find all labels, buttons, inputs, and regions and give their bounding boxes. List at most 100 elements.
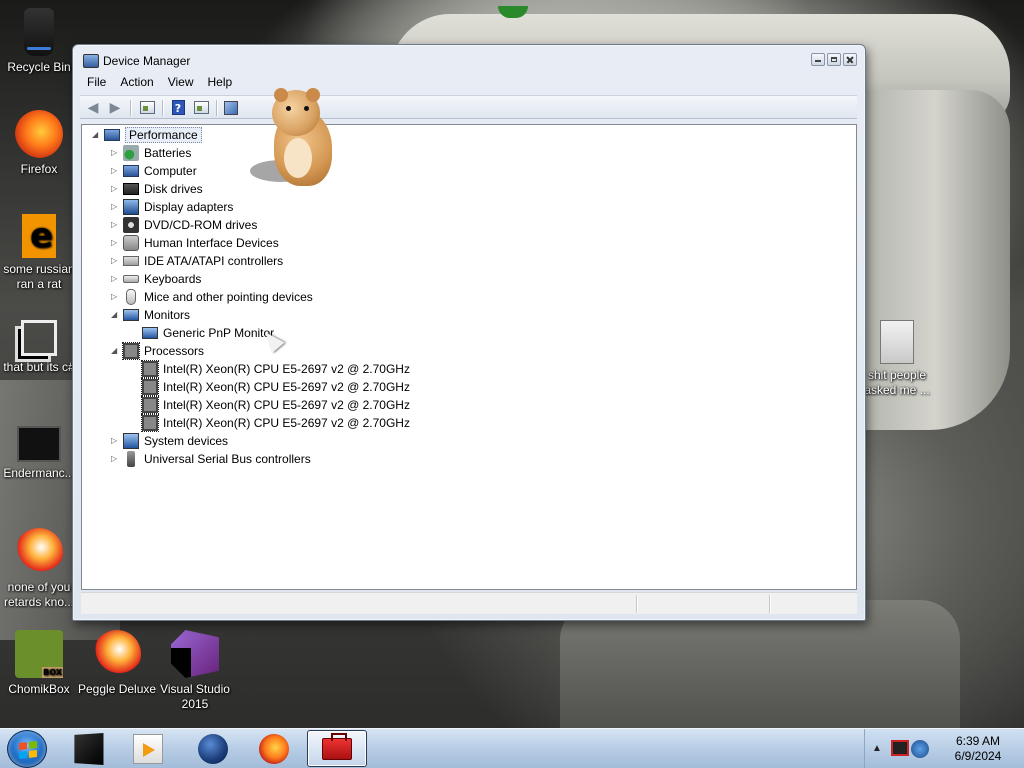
minimize-button[interactable] — [811, 53, 825, 66]
desktop-icon-firefox[interactable]: Firefox — [0, 110, 78, 177]
back-icon[interactable]: ◀ — [84, 99, 102, 116]
system-tray: ▲ 6:39 AM 6/9/2024 — [864, 729, 1024, 768]
desktop-icon-visual-studio[interactable]: Visual Studio 2015 — [156, 630, 234, 712]
tree-category-label: Computer — [144, 164, 197, 178]
tree-category-dvd-drives[interactable]: ▷ DVD/CD-ROM drives — [111, 216, 257, 234]
hamster-eye — [304, 106, 309, 111]
tree-device-label: Intel(R) Xeon(R) CPU E5-2697 v2 @ 2.70GH… — [163, 362, 410, 376]
tray-app-icon[interactable] — [891, 740, 909, 756]
hamster-ear — [274, 88, 288, 102]
terminal-icon — [17, 426, 61, 462]
tree-category-disk-drives[interactable]: ▷ Disk drives — [111, 180, 203, 198]
desktop-icon-none-of-you[interactable]: none of you retards kno... — [0, 528, 78, 610]
toolbox-icon — [322, 732, 352, 760]
desktop-icon-label: Firefox — [20, 162, 58, 176]
peggle-icon — [15, 528, 63, 576]
monitor-icon — [123, 309, 139, 321]
processor-icon — [141, 378, 159, 396]
desktop-icon-that-but-csharp[interactable]: that but its c# — [0, 320, 78, 375]
tree-category-batteries[interactable]: ▷ Batteries — [111, 144, 191, 162]
expand-arrow-icon[interactable]: ▷ — [111, 455, 119, 463]
device-tree: ◢ Performance ▷ Batteries ▷ Computer ▷ D… — [82, 125, 856, 589]
tree-category-mice[interactable]: ▷ Mice and other pointing devices — [111, 288, 313, 306]
expand-arrow-icon[interactable]: ▷ — [111, 293, 119, 301]
expand-arrow-icon[interactable]: ▷ — [111, 167, 119, 175]
desktop-icon-peggle-deluxe[interactable]: Peggle Deluxe — [78, 630, 156, 697]
expand-arrow-icon[interactable]: ▷ — [111, 275, 119, 283]
properties-icon[interactable] — [138, 99, 156, 116]
collapse-arrow-icon[interactable]: ◢ — [111, 311, 119, 319]
toolbar-separator — [130, 100, 131, 116]
tree-category-usb[interactable]: ▷ Universal Serial Bus controllers — [111, 450, 311, 468]
tree-category-label: Universal Serial Bus controllers — [144, 452, 311, 466]
expand-arrow-icon[interactable]: ▷ — [111, 221, 119, 229]
tree-category-label: Processors — [144, 344, 205, 358]
network-icon[interactable] — [911, 740, 929, 758]
collapse-arrow-icon[interactable]: ◢ — [92, 131, 100, 139]
windows-logo-icon — [19, 741, 37, 759]
desktop-icon-label: Visual Studio 2015 — [160, 682, 230, 711]
taskbar-item-device-manager[interactable] — [307, 730, 367, 767]
menu-action[interactable]: Action — [113, 73, 160, 93]
taskbar-item-media-player[interactable] — [118, 730, 178, 767]
desktop-icon-label: Peggle Deluxe — [78, 682, 156, 696]
tree-category-system-devices[interactable]: ▷ System devices — [111, 432, 228, 450]
hamster-pet-icon[interactable] — [250, 88, 338, 192]
tree-category-ide[interactable]: ▷ IDE ATA/ATAPI controllers — [111, 252, 283, 270]
expand-arrow-icon[interactable]: ▷ — [111, 203, 119, 211]
file-icon — [880, 320, 914, 364]
expand-arrow-icon[interactable]: ▷ — [111, 437, 119, 445]
tree-category-hid[interactable]: ▷ Human Interface Devices — [111, 234, 279, 252]
menu-file[interactable]: File — [80, 73, 113, 93]
hamster-ear — [306, 88, 320, 102]
desktop-icon-recycle-bin[interactable]: Recycle Bin — [0, 8, 78, 75]
close-button[interactable] — [843, 53, 857, 66]
tree-device-processor[interactable]: Intel(R) Xeon(R) CPU E5-2697 v2 @ 2.70GH… — [141, 360, 410, 378]
tree-root[interactable]: ◢ Performance — [92, 126, 202, 144]
desktop-icon-endermanch[interactable]: Endermanc... — [0, 426, 78, 481]
tree-category-computer[interactable]: ▷ Computer — [111, 162, 197, 180]
tree-category-processors[interactable]: ◢ Processors — [111, 342, 204, 360]
clock[interactable]: 6:39 AM 6/9/2024 — [943, 734, 1013, 764]
shortcut-icon: e — [22, 214, 56, 258]
recycle-bin-icon — [24, 8, 54, 56]
collapse-arrow-icon[interactable]: ◢ — [111, 347, 119, 355]
tree-category-monitors[interactable]: ◢ Monitors — [111, 306, 190, 324]
processor-icon — [141, 360, 159, 378]
scan-hardware-icon[interactable] — [222, 99, 240, 116]
media-player-icon — [133, 733, 163, 764]
tree-device-processor[interactable]: Intel(R) Xeon(R) CPU E5-2697 v2 @ 2.70GH… — [141, 378, 410, 396]
expand-arrow-icon[interactable]: ▷ — [111, 257, 119, 265]
display-adapter-icon — [123, 199, 139, 215]
desktop-icon-some-russian[interactable]: e some russian ran a rat — [0, 214, 78, 292]
expand-arrow-icon[interactable]: ▷ — [111, 239, 119, 247]
forward-icon[interactable]: ▶ — [106, 99, 124, 116]
start-button[interactable] — [7, 730, 47, 768]
taskbar-item-media-center[interactable] — [58, 730, 118, 767]
desktop-icon-shit-people[interactable]: shit people asked me ... — [858, 320, 936, 398]
show-hidden-icons-icon[interactable]: ▲ — [872, 743, 882, 754]
tree-category-keyboards[interactable]: ▷ Keyboards — [111, 270, 201, 288]
expand-arrow-icon[interactable]: ▷ — [111, 185, 119, 193]
expand-arrow-icon[interactable]: ▷ — [111, 149, 119, 157]
menu-view[interactable]: View — [161, 73, 201, 93]
taskbar-item-globe-browser[interactable] — [183, 730, 243, 767]
show-hide-icon[interactable] — [192, 99, 210, 116]
tree-device-processor[interactable]: Intel(R) Xeon(R) CPU E5-2697 v2 @ 2.70GH… — [141, 396, 410, 414]
desktop-icon-chomikbox[interactable]: ChomikBox — [0, 630, 78, 697]
help-icon[interactable]: ? — [169, 99, 187, 116]
tree-category-label: DVD/CD-ROM drives — [144, 218, 258, 232]
tree-device-monitor[interactable]: Generic PnP Monitor — [142, 324, 274, 342]
tree-category-label: Human Interface Devices — [144, 236, 279, 250]
taskbar-item-firefox[interactable] — [244, 730, 304, 767]
menu-help[interactable]: Help — [201, 73, 240, 93]
maximize-button[interactable] — [827, 53, 841, 66]
hamster-eye — [286, 106, 291, 111]
tree-category-display-adapters[interactable]: ▷ Display adapters — [111, 198, 233, 216]
title-bar[interactable]: Device Manager — [73, 45, 865, 75]
desktop-icon-label: shit people asked me ... — [864, 368, 930, 397]
tree-device-processor[interactable]: Intel(R) Xeon(R) CPU E5-2697 v2 @ 2.70GH… — [141, 414, 410, 432]
window-controls — [811, 53, 857, 66]
tree-root-label: Performance — [125, 127, 202, 143]
tree-device-label: Generic PnP Monitor — [163, 326, 275, 340]
